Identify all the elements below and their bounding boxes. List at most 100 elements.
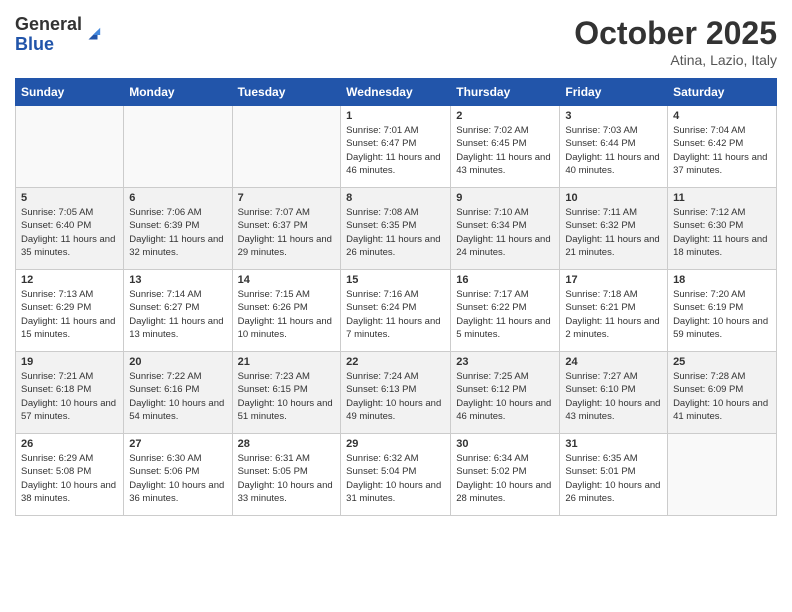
header-friday: Friday — [560, 79, 668, 106]
day-cell: 24 Sunrise: 7:27 AMSunset: 6:10 PMDayligh… — [560, 352, 668, 434]
header-sunday: Sunday — [16, 79, 124, 106]
day-info: Sunrise: 7:02 AMSunset: 6:45 PMDaylight:… — [456, 124, 554, 177]
header-thursday: Thursday — [451, 79, 560, 106]
day-cell: 19Sunrise: 7:21 AMSunset: 6:18 PMDayligh… — [16, 352, 124, 434]
day-info: Sunrise: 7:16 AMSunset: 6:24 PMDaylight:… — [346, 288, 445, 341]
day-cell: 8 Sunrise: 7:08 AMSunset: 6:35 PMDaylight… — [341, 188, 451, 270]
day-info: Sunrise: 7:06 AMSunset: 6:39 PMDaylight:… — [129, 206, 226, 259]
day-cell: 12 Sunrise: 7:13 AMSunset: 6:29 PMDayligh… — [16, 270, 124, 352]
location: Atina, Lazio, Italy — [574, 52, 777, 68]
day-info: Sunrise: 7:17 AMSunset: 6:22 PMDaylight:… — [456, 288, 554, 341]
day-info: Sunrise: 7:25 AMSunset: 6:12 PMDaylight:… — [456, 370, 554, 423]
day-cell: 17Sunrise: 7:18 AMSunset: 6:21 PMDayligh… — [560, 270, 668, 352]
day-number: 6 — [129, 192, 226, 204]
day-cell: 25Sunrise: 7:28 AMSunset: 6:09 PMDayligh… — [668, 352, 777, 434]
day-cell: 15 Sunrise: 7:16 AMSunset: 6:24 PMDayligh… — [341, 270, 451, 352]
day-cell: 6 Sunrise: 7:06 AMSunset: 6:39 PMDaylight… — [124, 188, 232, 270]
day-cell: 18 Sunrise: 7:20 AMSunset: 6:19 PMDayligh… — [668, 270, 777, 352]
day-info: Sunrise: 7:27 AMSunset: 6:10 PMDaylight:… — [565, 370, 662, 423]
day-number: 5 — [21, 192, 118, 204]
day-number: 12 — [21, 274, 118, 286]
header-tuesday: Tuesday — [232, 79, 341, 106]
day-info: Sunrise: 7:07 AMSunset: 6:37 PMDaylight:… — [238, 206, 336, 259]
logo: General Blue — [15, 15, 102, 55]
day-number: 16 — [456, 274, 554, 286]
day-number: 9 — [456, 192, 554, 204]
day-info: Sunrise: 6:35 AMSunset: 5:01 PMDaylight:… — [565, 452, 662, 505]
day-number: 1 — [346, 110, 445, 122]
day-cell: 27 Sunrise: 6:30 AMSunset: 5:06 PMDayligh… — [124, 434, 232, 516]
day-header-row: SundayMondayTuesdayWednesdayThursdayFrid… — [16, 79, 777, 106]
day-info: Sunrise: 7:12 AMSunset: 6:30 PMDaylight:… — [673, 206, 771, 259]
day-info: Sunrise: 6:32 AMSunset: 5:04 PMDaylight:… — [346, 452, 445, 505]
day-cell: 13 Sunrise: 7:14 AMSunset: 6:27 PMDayligh… — [124, 270, 232, 352]
day-cell: 7 Sunrise: 7:07 AMSunset: 6:37 PMDaylight… — [232, 188, 341, 270]
day-cell: 23Sunrise: 7:25 AMSunset: 6:12 PMDayligh… — [451, 352, 560, 434]
day-cell — [668, 434, 777, 516]
month-title: October 2025 — [574, 15, 777, 52]
logo-blue: Blue — [15, 35, 82, 55]
day-info: Sunrise: 7:08 AMSunset: 6:35 PMDaylight:… — [346, 206, 445, 259]
day-info: Sunrise: 7:22 AMSunset: 6:16 PMDaylight:… — [129, 370, 226, 423]
day-info: Sunrise: 7:28 AMSunset: 6:09 PMDaylight:… — [673, 370, 771, 423]
day-number: 15 — [346, 274, 445, 286]
day-number: 13 — [129, 274, 226, 286]
day-cell: 22Sunrise: 7:24 AMSunset: 6:13 PMDayligh… — [341, 352, 451, 434]
title-block: October 2025 Atina, Lazio, Italy — [574, 15, 777, 68]
day-cell: 14 Sunrise: 7:15 AMSunset: 6:26 PMDayligh… — [232, 270, 341, 352]
day-number: 18 — [673, 274, 771, 286]
day-number: 26 — [21, 438, 118, 450]
day-number: 7 — [238, 192, 336, 204]
day-cell: 16 Sunrise: 7:17 AMSunset: 6:22 PMDayligh… — [451, 270, 560, 352]
day-info: Sunrise: 7:14 AMSunset: 6:27 PMDaylight:… — [129, 288, 226, 341]
day-info: Sunrise: 7:04 AMSunset: 6:42 PMDaylight:… — [673, 124, 771, 177]
week-row-2: 12 Sunrise: 7:13 AMSunset: 6:29 PMDayligh… — [16, 270, 777, 352]
day-number: 29 — [346, 438, 445, 450]
week-row-1: 5 Sunrise: 7:05 AMSunset: 6:40 PMDaylight… — [16, 188, 777, 270]
day-number: 10 — [565, 192, 662, 204]
day-cell: 28Sunrise: 6:31 AMSunset: 5:05 PMDayligh… — [232, 434, 341, 516]
logo-general: General — [15, 15, 82, 35]
day-cell — [16, 106, 124, 188]
day-number: 21 — [238, 356, 336, 368]
day-cell: 31 Sunrise: 6:35 AMSunset: 5:01 PMDayligh… — [560, 434, 668, 516]
day-cell: 3 Sunrise: 7:03 AMSunset: 6:44 PMDaylight… — [560, 106, 668, 188]
day-info: Sunrise: 7:10 AMSunset: 6:34 PMDaylight:… — [456, 206, 554, 259]
day-cell: 5 Sunrise: 7:05 AMSunset: 6:40 PMDaylight… — [16, 188, 124, 270]
week-row-3: 19Sunrise: 7:21 AMSunset: 6:18 PMDayligh… — [16, 352, 777, 434]
day-info: Sunrise: 7:13 AMSunset: 6:29 PMDaylight:… — [21, 288, 118, 341]
header-saturday: Saturday — [668, 79, 777, 106]
day-number: 3 — [565, 110, 662, 122]
header-wednesday: Wednesday — [341, 79, 451, 106]
page-header: General Blue October 2025 Atina, Lazio, … — [15, 15, 777, 68]
day-number: 19 — [21, 356, 118, 368]
day-number: 24 — [565, 356, 662, 368]
week-row-0: 1 Sunrise: 7:01 AMSunset: 6:47 PMDaylight… — [16, 106, 777, 188]
day-info: Sunrise: 7:03 AMSunset: 6:44 PMDaylight:… — [565, 124, 662, 177]
day-cell: 20 Sunrise: 7:22 AMSunset: 6:16 PMDayligh… — [124, 352, 232, 434]
day-cell: 21Sunrise: 7:23 AMSunset: 6:15 PMDayligh… — [232, 352, 341, 434]
day-info: Sunrise: 7:20 AMSunset: 6:19 PMDaylight:… — [673, 288, 771, 341]
day-number: 20 — [129, 356, 226, 368]
day-cell: 2Sunrise: 7:02 AMSunset: 6:45 PMDaylight… — [451, 106, 560, 188]
day-cell: 4 Sunrise: 7:04 AMSunset: 6:42 PMDaylight… — [668, 106, 777, 188]
day-cell: 1 Sunrise: 7:01 AMSunset: 6:47 PMDaylight… — [341, 106, 451, 188]
day-info: Sunrise: 7:15 AMSunset: 6:26 PMDaylight:… — [238, 288, 336, 341]
day-info: Sunrise: 6:31 AMSunset: 5:05 PMDaylight:… — [238, 452, 336, 505]
day-cell: 11Sunrise: 7:12 AMSunset: 6:30 PMDayligh… — [668, 188, 777, 270]
day-number: 8 — [346, 192, 445, 204]
day-number: 31 — [565, 438, 662, 450]
day-info: Sunrise: 7:05 AMSunset: 6:40 PMDaylight:… — [21, 206, 118, 259]
day-number: 27 — [129, 438, 226, 450]
day-number: 14 — [238, 274, 336, 286]
day-info: Sunrise: 6:30 AMSunset: 5:06 PMDaylight:… — [129, 452, 226, 505]
day-info: Sunrise: 7:01 AMSunset: 6:47 PMDaylight:… — [346, 124, 445, 177]
calendar-table: SundayMondayTuesdayWednesdayThursdayFrid… — [15, 78, 777, 516]
day-cell: 9 Sunrise: 7:10 AMSunset: 6:34 PMDaylight… — [451, 188, 560, 270]
day-number: 4 — [673, 110, 771, 122]
logo-icon — [84, 26, 102, 44]
day-cell: 26Sunrise: 6:29 AMSunset: 5:08 PMDayligh… — [16, 434, 124, 516]
day-cell: 29 Sunrise: 6:32 AMSunset: 5:04 PMDayligh… — [341, 434, 451, 516]
day-cell — [232, 106, 341, 188]
day-number: 30 — [456, 438, 554, 450]
